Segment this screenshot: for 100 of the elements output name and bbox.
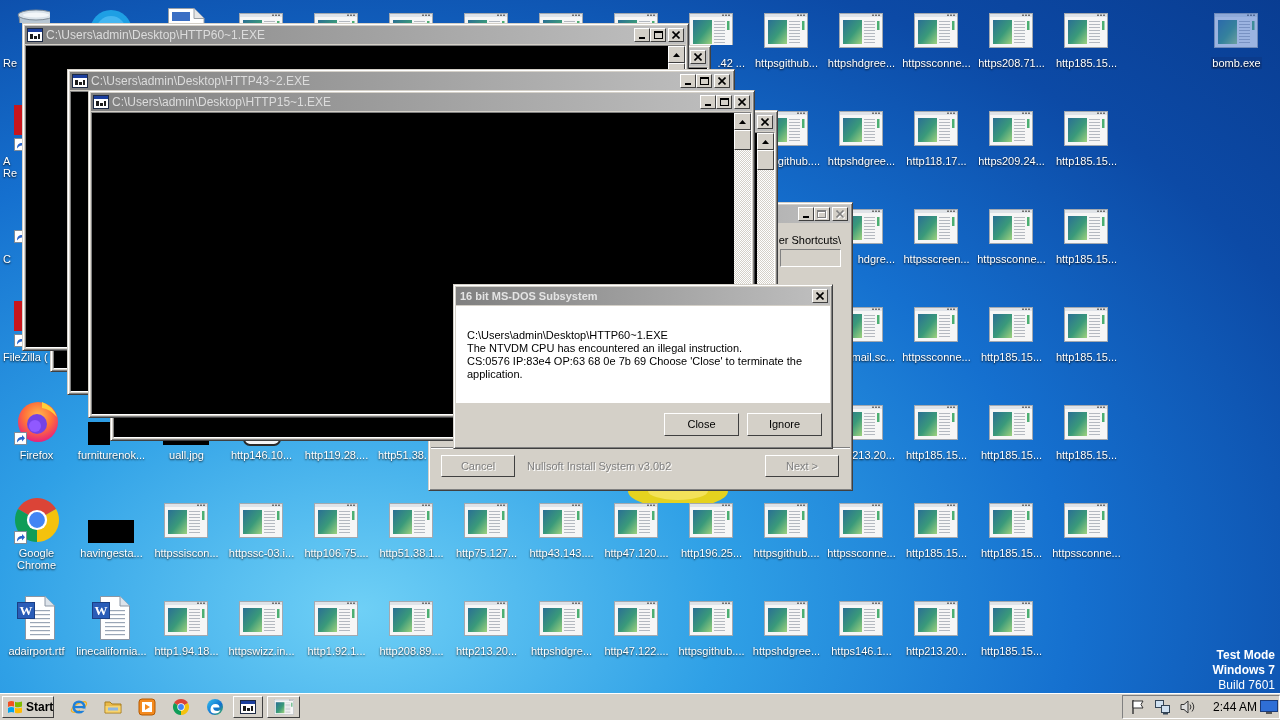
page-file-icon[interactable] <box>989 111 1033 146</box>
icon-label[interactable]: http185.15... <box>979 351 1044 363</box>
page-file-icon[interactable] <box>914 111 958 146</box>
close-button[interactable] <box>812 289 828 303</box>
page-file-icon[interactable] <box>989 13 1033 48</box>
document-icon[interactable] <box>166 8 206 23</box>
icon-label[interactable]: http185.15... <box>1054 253 1119 265</box>
icon-label[interactable]: http1.94.18... <box>153 645 220 657</box>
page-file-icon[interactable] <box>614 503 658 538</box>
icon-label[interactable]: https146.1... <box>830 645 893 657</box>
icon-label[interactable]: httpssconne... <box>976 253 1047 265</box>
dialog-button[interactable]: Close <box>664 413 739 436</box>
icon-label[interactable]: http43.143.... <box>528 547 595 559</box>
icon-label[interactable]: mail.sc... <box>850 351 896 363</box>
icon-label[interactable]: Google Chrome <box>15 547 58 571</box>
shortcut-icon[interactable] <box>12 301 22 347</box>
internet-explorer-icon[interactable] <box>70 698 88 716</box>
page-file-icon[interactable] <box>853 307 883 342</box>
maximize-button[interactable] <box>716 95 732 109</box>
close-button[interactable] <box>757 115 773 129</box>
page-file-icon[interactable] <box>389 503 433 538</box>
speaker-icon[interactable] <box>1179 698 1197 716</box>
icon-label[interactable]: http146.10... <box>229 449 294 461</box>
icon-label[interactable]: http51.38. <box>377 449 428 461</box>
page-file-icon[interactable] <box>839 503 883 538</box>
icon-label[interactable]: http47.122.... <box>603 645 670 657</box>
icon-label[interactable]: hdgre... <box>856 253 896 265</box>
icon-label[interactable]: http185.15... <box>1054 57 1119 69</box>
icon-label[interactable]: adairport.rtf <box>7 645 66 657</box>
minimize-button[interactable] <box>680 74 696 88</box>
icon-label[interactable]: httpsscreen... <box>902 253 971 265</box>
icon-label[interactable]: http185.15... <box>979 547 1044 559</box>
chrome-icon[interactable] <box>172 698 190 716</box>
page-file-icon[interactable] <box>914 307 958 342</box>
page-file-icon[interactable] <box>914 209 958 244</box>
icon-label[interactable]: http213.20... <box>904 645 969 657</box>
page-file-icon[interactable] <box>1064 209 1108 244</box>
monitor-icon[interactable] <box>1260 698 1278 716</box>
close-button[interactable] <box>668 28 684 42</box>
close-button[interactable] <box>734 95 750 109</box>
dialog-button[interactable]: Ignore <box>747 413 822 436</box>
icon-label[interactable]: httpswizz.in... <box>227 645 296 657</box>
icon-label[interactable]: httpshdgre... <box>529 645 594 657</box>
icon-label[interactable]: http185.15... <box>1054 155 1119 167</box>
page-file-icon[interactable] <box>164 601 208 636</box>
icon-label[interactable]: httpshdgree... <box>826 57 897 69</box>
icon-label[interactable]: uall.jpg <box>168 449 205 461</box>
image-thumbnail[interactable] <box>88 520 134 543</box>
close-button[interactable] <box>714 74 730 88</box>
page-file-icon[interactable] <box>1064 307 1108 342</box>
icon-label[interactable]: https209.24... <box>977 155 1046 167</box>
minimize-button[interactable] <box>700 95 716 109</box>
icon-label[interactable]: http119.28.... <box>303 449 370 461</box>
page-file-icon[interactable] <box>1064 13 1108 48</box>
scroll-up-button[interactable] <box>734 113 751 130</box>
icon-label[interactable]: linecalifornia... <box>75 645 148 657</box>
page-file-icon[interactable] <box>839 601 883 636</box>
taskbar-button[interactable] <box>233 696 263 718</box>
scrollbar-thumb[interactable] <box>734 130 751 150</box>
page-file-icon[interactable] <box>764 13 808 48</box>
flag-icon[interactable] <box>1129 698 1147 716</box>
icon-label[interactable]: C <box>2 253 12 265</box>
icon-label[interactable]: 213.20... <box>851 449 896 461</box>
page-file-icon[interactable] <box>1214 13 1258 48</box>
page-file-icon[interactable] <box>839 111 883 146</box>
page-file-icon[interactable] <box>853 209 883 244</box>
icon-label[interactable]: http47.120.... <box>603 547 670 559</box>
path-field[interactable] <box>780 249 841 267</box>
maximize-button[interactable] <box>696 74 712 88</box>
page-file-icon[interactable] <box>464 503 508 538</box>
shortcut-icon[interactable] <box>12 105 22 151</box>
page-file-icon[interactable] <box>914 405 958 440</box>
icon-label[interactable]: http185.15... <box>904 547 969 559</box>
icon-label[interactable]: http118.17... <box>905 155 968 167</box>
page-file-icon[interactable] <box>989 601 1033 636</box>
page-file-icon[interactable] <box>914 601 958 636</box>
page-file-icon[interactable] <box>1064 405 1108 440</box>
icon-label[interactable]: httpsgithub.... <box>752 547 821 559</box>
page-file-icon[interactable] <box>853 405 883 440</box>
icon-label[interactable]: httpssiscon... <box>153 547 220 559</box>
icon-label[interactable]: httpsgithub.... <box>677 645 746 657</box>
page-file-icon[interactable] <box>914 503 958 538</box>
page-file-icon[interactable] <box>614 601 658 636</box>
start-button[interactable]: Start <box>2 696 54 718</box>
minimize-button[interactable] <box>634 28 650 42</box>
icon-label[interactable]: havingesta... <box>79 547 144 559</box>
icon-label[interactable]: FileZilla ( <box>2 351 49 363</box>
icon-label[interactable]: https208.71... <box>977 57 1046 69</box>
page-file-icon[interactable] <box>689 503 733 538</box>
page-file-icon[interactable] <box>914 13 958 48</box>
page-file-icon[interactable] <box>764 601 808 636</box>
icon-label[interactable]: A Re <box>2 155 19 179</box>
page-file-icon[interactable] <box>778 111 808 146</box>
page-file-icon[interactable] <box>989 503 1033 538</box>
clock-text[interactable]: 2:44 AM <box>1213 700 1258 714</box>
icon-label[interactable]: httpsgithub... <box>754 57 819 69</box>
icon-label[interactable]: furniturenok... <box>76 449 147 461</box>
page-file-icon[interactable] <box>314 601 358 636</box>
firefox-icon[interactable] <box>12 400 60 446</box>
icon-label[interactable]: httpssconne... <box>1051 547 1122 559</box>
